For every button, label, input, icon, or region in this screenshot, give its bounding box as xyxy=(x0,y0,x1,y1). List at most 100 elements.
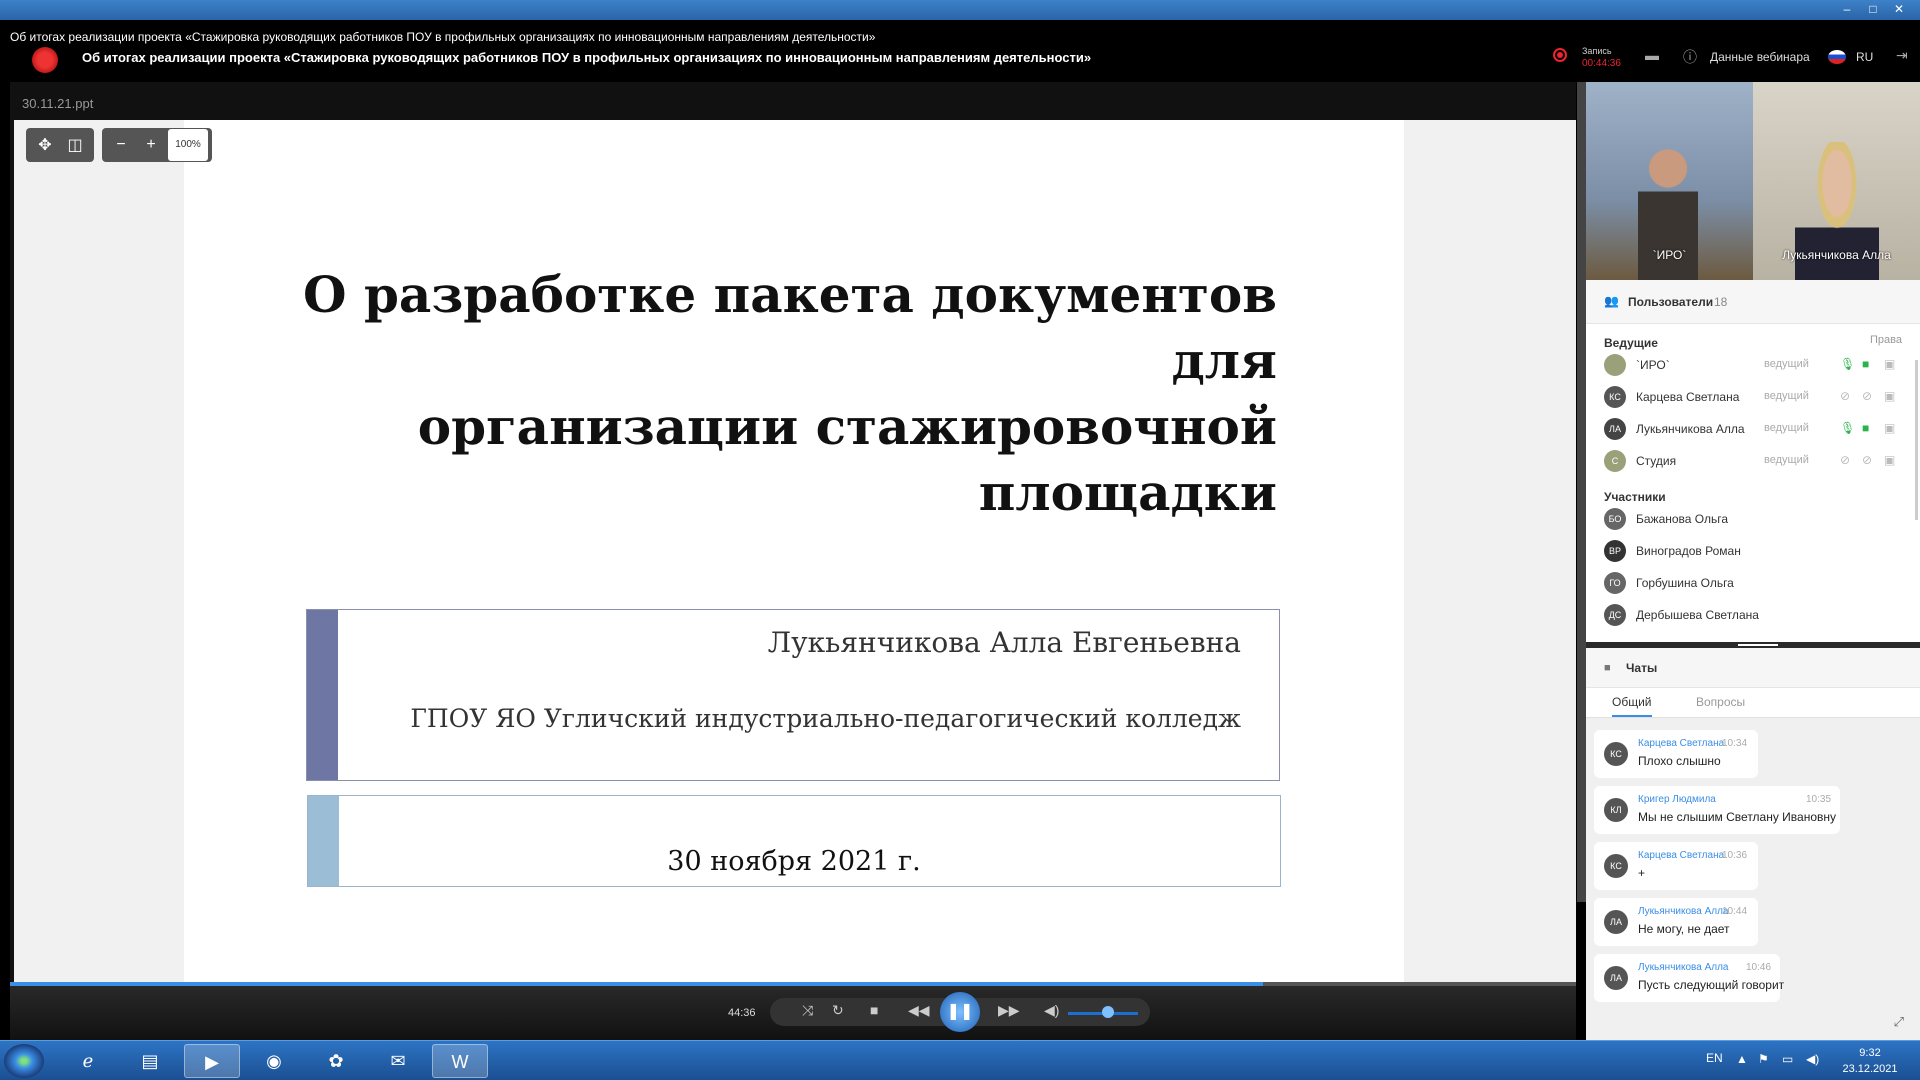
camera-off-icon[interactable]: ⊘ xyxy=(1862,453,1872,467)
webinar-info-link[interactable]: Данные вебинара xyxy=(1710,50,1810,64)
accent-bar xyxy=(307,610,338,780)
user-name: `ИРО` xyxy=(1636,358,1670,372)
user-row[interactable]: КС Карцева Светлана ведущий ⊘ ⊘ ▣ xyxy=(1604,384,1904,410)
camera-icon[interactable]: ■ xyxy=(1862,357,1869,371)
camera-icon[interactable]: ■ xyxy=(1862,421,1869,435)
app-icon[interactable]: ✿ xyxy=(308,1044,364,1078)
chat-tabs: Общий Вопросы xyxy=(1586,688,1920,718)
message-text: Пусть следующий говорит xyxy=(1638,978,1785,992)
folder-icon[interactable]: ▬ xyxy=(1645,47,1659,63)
zoom-out-icon[interactable]: − xyxy=(106,136,136,154)
user-row[interactable]: ДС Дербышева Светлана xyxy=(1604,602,1904,628)
volume-knob[interactable] xyxy=(1102,1006,1114,1018)
message-text: + xyxy=(1638,866,1646,880)
users-scrollbar[interactable] xyxy=(1915,360,1918,520)
window-controls: – □ ✕ xyxy=(1834,0,1912,18)
info-icon[interactable]: ⓘ xyxy=(1683,47,1697,67)
volume-icon[interactable]: ◀) xyxy=(1044,1002,1059,1019)
user-row[interactable]: БО Бажанова Ольга xyxy=(1604,506,1904,532)
mic-off-icon[interactable]: ⊘ xyxy=(1840,389,1850,403)
message-author[interactable]: Лукьянчикова Алла xyxy=(1638,906,1728,917)
slide-area: О разработке пакета документов для орган… xyxy=(14,120,1576,988)
mic-icon[interactable]: 🎙 xyxy=(1840,357,1855,371)
user-row[interactable]: `ИРО` ведущий 🎙 ■ ▣ xyxy=(1604,352,1904,378)
camera-off-icon[interactable]: ⊘ xyxy=(1862,389,1872,403)
repeat-icon[interactable]: ↻ xyxy=(832,1002,844,1019)
user-row[interactable]: ЛА Лукьянчикова Алла ведущий 🎙 ■ ▣ xyxy=(1604,416,1904,442)
user-row[interactable]: ГО Горбушина Ольга xyxy=(1604,570,1904,596)
ie-icon[interactable]: ℯ xyxy=(60,1044,116,1078)
tab-general[interactable]: Общий xyxy=(1612,695,1652,717)
exit-icon[interactable]: ⇥ xyxy=(1896,47,1908,64)
progress-fill xyxy=(10,982,1263,986)
minimize-button[interactable]: – xyxy=(1834,0,1860,18)
shuffle-icon[interactable]: ⤨ xyxy=(802,1002,813,1019)
author-box: Лукьянчикова Алла Евгеньевна ГПОУ ЯО Угл… xyxy=(306,609,1280,781)
avatar: КС xyxy=(1604,742,1628,766)
slide-title-line: организации стажировочной xyxy=(417,397,1277,456)
tab-questions[interactable]: Вопросы xyxy=(1696,695,1745,709)
speaker-icon[interactable]: ◀) xyxy=(1806,1052,1819,1066)
presentation-panel: 30.11.21.ppt О разработке пакета докумен… xyxy=(10,82,1589,988)
maximize-button[interactable]: □ xyxy=(1860,0,1886,18)
tray-arrow-icon[interactable]: ▲ xyxy=(1736,1052,1748,1066)
message-time: 10:44 xyxy=(1722,906,1748,917)
avatar: КЛ xyxy=(1604,798,1628,822)
chat-message: КС Карцева Светлана 10:36 + xyxy=(1594,842,1758,890)
fit-width-icon[interactable]: ◫ xyxy=(60,135,90,155)
network-icon[interactable]: ▭ xyxy=(1782,1052,1793,1066)
tray-language[interactable]: EN xyxy=(1706,1051,1723,1065)
slide-toolbar: ✥ ◫ − + 100% xyxy=(26,128,212,162)
users-header[interactable]: 👥 Пользователи 18 xyxy=(1586,280,1920,324)
chats-header[interactable]: ■ Чаты xyxy=(1586,648,1920,688)
message-author[interactable]: Карцева Светлана xyxy=(1638,738,1724,749)
users-count: 18 xyxy=(1714,295,1728,309)
message-author[interactable]: Лукьянчикова Алла xyxy=(1638,962,1728,973)
message-author[interactable]: Кригер Людмила xyxy=(1638,794,1716,805)
screen-share-icon[interactable]: ▣ xyxy=(1884,421,1895,435)
expand-icon[interactable]: ⤢ xyxy=(1894,1014,1904,1030)
message-author[interactable]: Карцева Светлана xyxy=(1638,850,1724,861)
user-name: Карцева Светлана xyxy=(1636,390,1740,404)
clock[interactable]: 9:32 23.12.2021 xyxy=(1834,1045,1906,1077)
stop-icon[interactable]: ■ xyxy=(870,1002,878,1018)
close-button[interactable]: ✕ xyxy=(1886,0,1912,18)
user-name: Студия xyxy=(1636,454,1677,468)
users-title: Пользователи xyxy=(1628,295,1714,309)
outlook-icon[interactable]: ✉ xyxy=(370,1044,426,1078)
slide: О разработке пакета документов для орган… xyxy=(184,120,1404,988)
forward-icon[interactable]: ▶▶ xyxy=(998,1002,1020,1019)
chrome-icon[interactable]: ◉ xyxy=(246,1044,302,1078)
window-title-text: Об итогах реализации проекта «Стажировка… xyxy=(10,30,876,44)
users-icon: 👥 xyxy=(1604,294,1619,308)
action-center-icon[interactable]: ⚑ xyxy=(1758,1052,1769,1066)
video-tile[interactable]: Лукьянчикова Алла xyxy=(1753,82,1920,280)
chat-message: ЛА Лукьянчикова Алла 10:46 Пусть следующ… xyxy=(1594,954,1784,1002)
screen-share-icon[interactable]: ▣ xyxy=(1884,389,1895,403)
user-row[interactable]: ВР Виноградов Роман xyxy=(1604,538,1904,564)
fit-icon[interactable]: ✥ xyxy=(30,135,60,155)
explorer-icon[interactable]: ▤ xyxy=(122,1044,178,1078)
language-selector[interactable]: RU xyxy=(1856,50,1873,64)
pause-button[interactable]: ❚❚ xyxy=(940,992,980,1032)
mic-off-icon[interactable]: ⊘ xyxy=(1840,453,1850,467)
playback-progress[interactable] xyxy=(10,982,1576,986)
video-tile[interactable]: `ИРО` xyxy=(1586,82,1753,280)
zoom-in-icon[interactable]: + xyxy=(136,136,166,154)
avatar: БО xyxy=(1604,508,1626,530)
media-player-icon[interactable]: ▶ xyxy=(184,1044,240,1078)
flag-icon[interactable] xyxy=(1828,50,1846,64)
clock-time: 9:32 xyxy=(1859,1047,1881,1059)
mic-icon[interactable]: 🎙 xyxy=(1840,421,1855,435)
user-name: Бажанова Ольга xyxy=(1636,512,1729,526)
rewind-icon[interactable]: ◀◀ xyxy=(908,1002,930,1019)
screen-share-icon[interactable]: ▣ xyxy=(1884,357,1895,371)
screen-share-icon[interactable]: ▣ xyxy=(1884,453,1895,467)
splitter-handle[interactable] xyxy=(1738,644,1778,646)
side-panel: `ИРО` Лукьянчикова Алла 👥 Пользователи 1… xyxy=(1586,82,1920,1040)
word-icon[interactable]: W xyxy=(432,1044,488,1078)
video-label: `ИРО` xyxy=(1652,248,1687,262)
zoom-level[interactable]: 100% xyxy=(168,129,208,161)
start-button[interactable] xyxy=(4,1044,44,1078)
user-row[interactable]: С Студия ведущий ⊘ ⊘ ▣ xyxy=(1604,448,1904,474)
